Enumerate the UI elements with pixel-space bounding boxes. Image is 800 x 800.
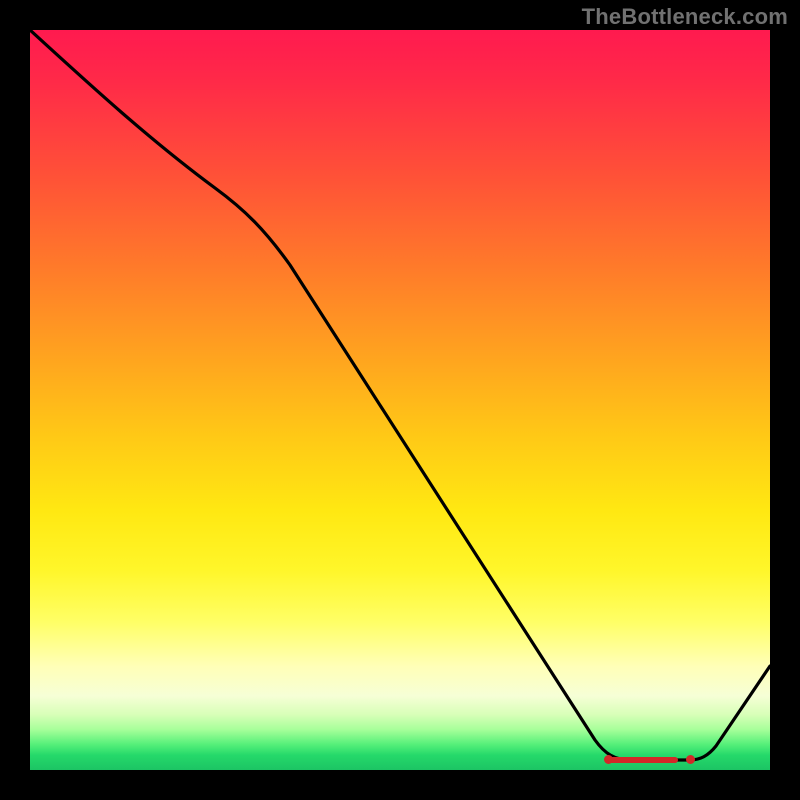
optimal-range-bar (608, 757, 678, 763)
plot-area (30, 30, 770, 770)
watermark-text: TheBottleneck.com (582, 4, 788, 30)
optimal-range-dot-start (604, 755, 613, 764)
bottleneck-curve (30, 30, 770, 770)
optimal-range-dot-end (686, 755, 695, 764)
curve-path (30, 30, 770, 760)
chart-frame: TheBottleneck.com (0, 0, 800, 800)
